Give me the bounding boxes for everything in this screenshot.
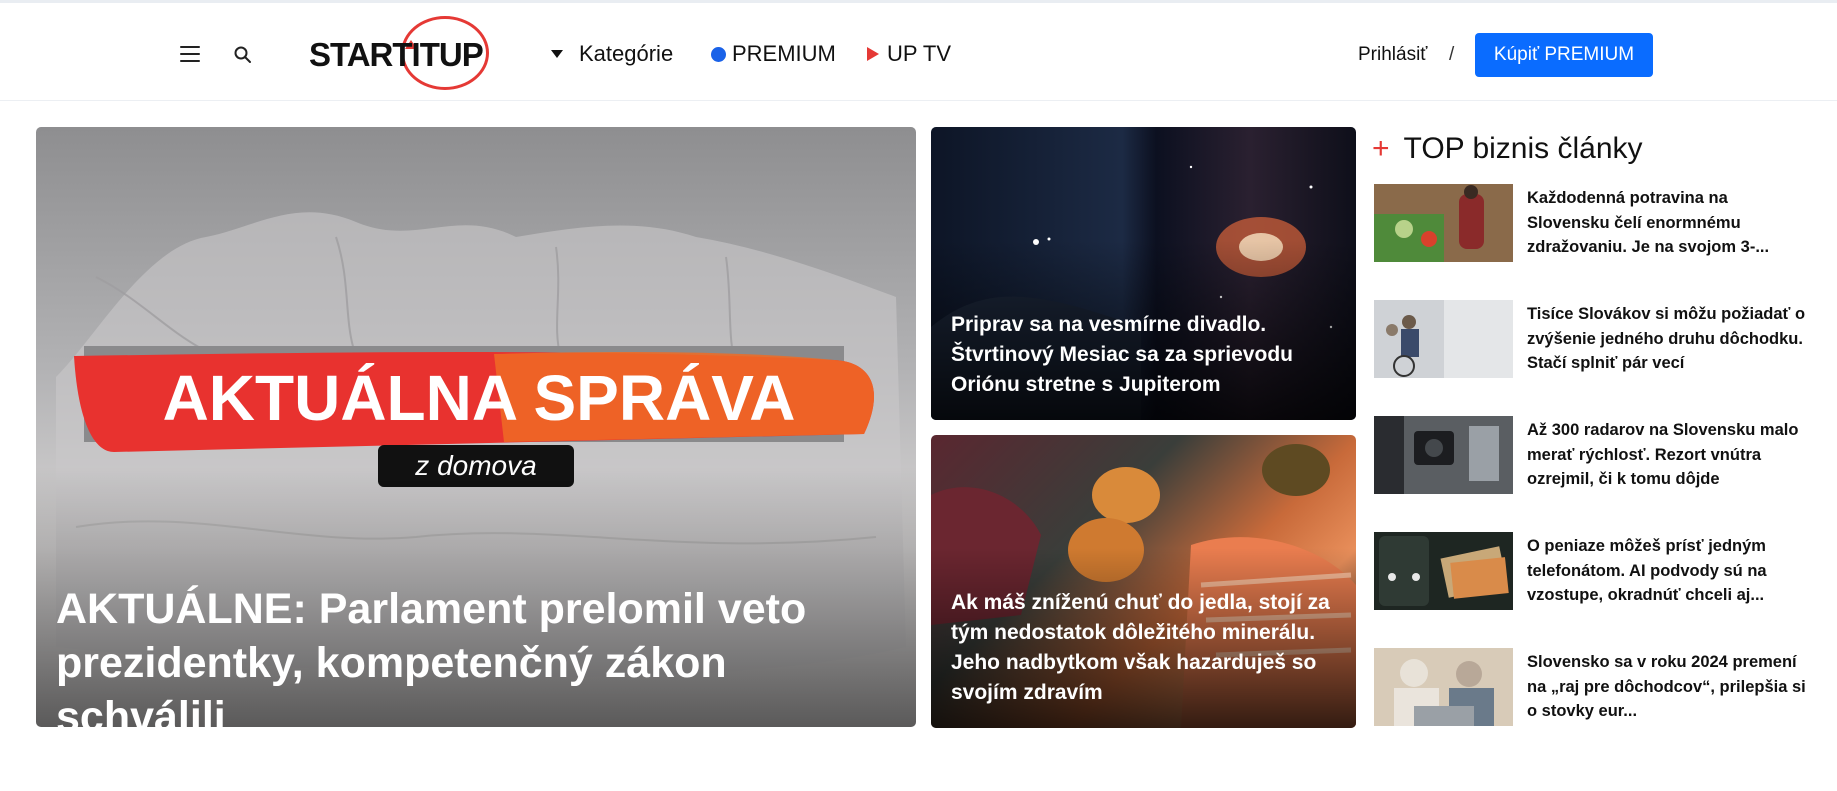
play-icon	[867, 47, 879, 61]
card-title[interactable]: Priprav sa na vesmírne divadlo. Štvrtino…	[951, 310, 1341, 400]
card-title[interactable]: Ak máš zníženú chuť do jedla, stojí za t…	[951, 588, 1341, 708]
nav-uptv[interactable]: UP TV	[867, 41, 951, 67]
article-thumbnail	[1374, 648, 1513, 726]
top-article-title[interactable]: Tisíce Slovákov si môžu požiadať o zvýše…	[1527, 302, 1812, 376]
top-article-title[interactable]: Slovensko sa v roku 2024 premení na „raj…	[1527, 650, 1812, 724]
article-thumbnail	[1374, 532, 1513, 610]
hero-article[interactable]: AKTUÁLNA SPRÁVA z domova AKTUÁLNE: Parla…	[36, 127, 916, 727]
top-article-title[interactable]: Až 300 radarov na Slovensku malo merať r…	[1527, 418, 1812, 492]
hero-title[interactable]: AKTUÁLNE: Parlament prelomil veto prezid…	[56, 582, 906, 727]
blue-dot-icon	[711, 46, 726, 62]
nav-premium-label: PREMIUM	[732, 41, 836, 66]
site-header: STARTITUP Kategórie PREMIUM UP TV Prihlá…	[0, 3, 1837, 101]
news-banner-graphic: AKTUÁLNA SPRÁVA	[74, 346, 874, 452]
top-article-item[interactable]: Slovensko sa v roku 2024 premení na „raj…	[1374, 648, 1814, 728]
plus-icon: +	[1372, 132, 1390, 165]
caret-down-icon	[551, 50, 563, 58]
top-articles-heading: + TOP biznis články	[1372, 132, 1643, 166]
buy-premium-button[interactable]: Kúpiť PREMIUM	[1475, 33, 1653, 77]
article-thumbnail	[1374, 300, 1513, 378]
hamburger-icon[interactable]	[180, 46, 200, 62]
top-article-item[interactable]: O peniaze môžeš prísť jedným telefonátom…	[1374, 532, 1814, 612]
login-separator: /	[1449, 44, 1455, 65]
login-link[interactable]: Prihlásiť	[1358, 44, 1427, 66]
article-card[interactable]: Priprav sa na vesmírne divadlo. Štvrtino…	[931, 127, 1356, 420]
search-icon[interactable]	[233, 45, 253, 65]
article-card[interactable]: Ak máš zníženú chuť do jedla, stojí za t…	[931, 435, 1356, 728]
banner-text: AKTUÁLNA SPRÁVA	[163, 362, 796, 434]
top-article-item[interactable]: Až 300 radarov na Slovensku malo merať r…	[1374, 416, 1814, 496]
site-logo[interactable]: STARTITUP	[305, 13, 491, 93]
nav-premium[interactable]: PREMIUM	[711, 41, 836, 67]
article-thumbnail	[1374, 184, 1513, 262]
top-article-title[interactable]: O peniaze môžeš prísť jedným telefonátom…	[1527, 534, 1812, 608]
top-article-item[interactable]: Tisíce Slovákov si môžu požiadať o zvýše…	[1374, 300, 1814, 380]
article-thumbnail	[1374, 416, 1513, 494]
nav-categories[interactable]: Kategórie	[551, 41, 673, 67]
logo-text: STARTITUP	[309, 36, 484, 73]
top-article-item[interactable]: Každodenná potravina na Slovensku čelí e…	[1374, 184, 1814, 264]
top-article-title[interactable]: Každodenná potravina na Slovensku čelí e…	[1527, 186, 1812, 260]
nav-categories-label: Kategórie	[579, 41, 674, 66]
top-articles-title: TOP biznis články	[1403, 132, 1643, 165]
nav-uptv-label: UP TV	[887, 41, 951, 66]
